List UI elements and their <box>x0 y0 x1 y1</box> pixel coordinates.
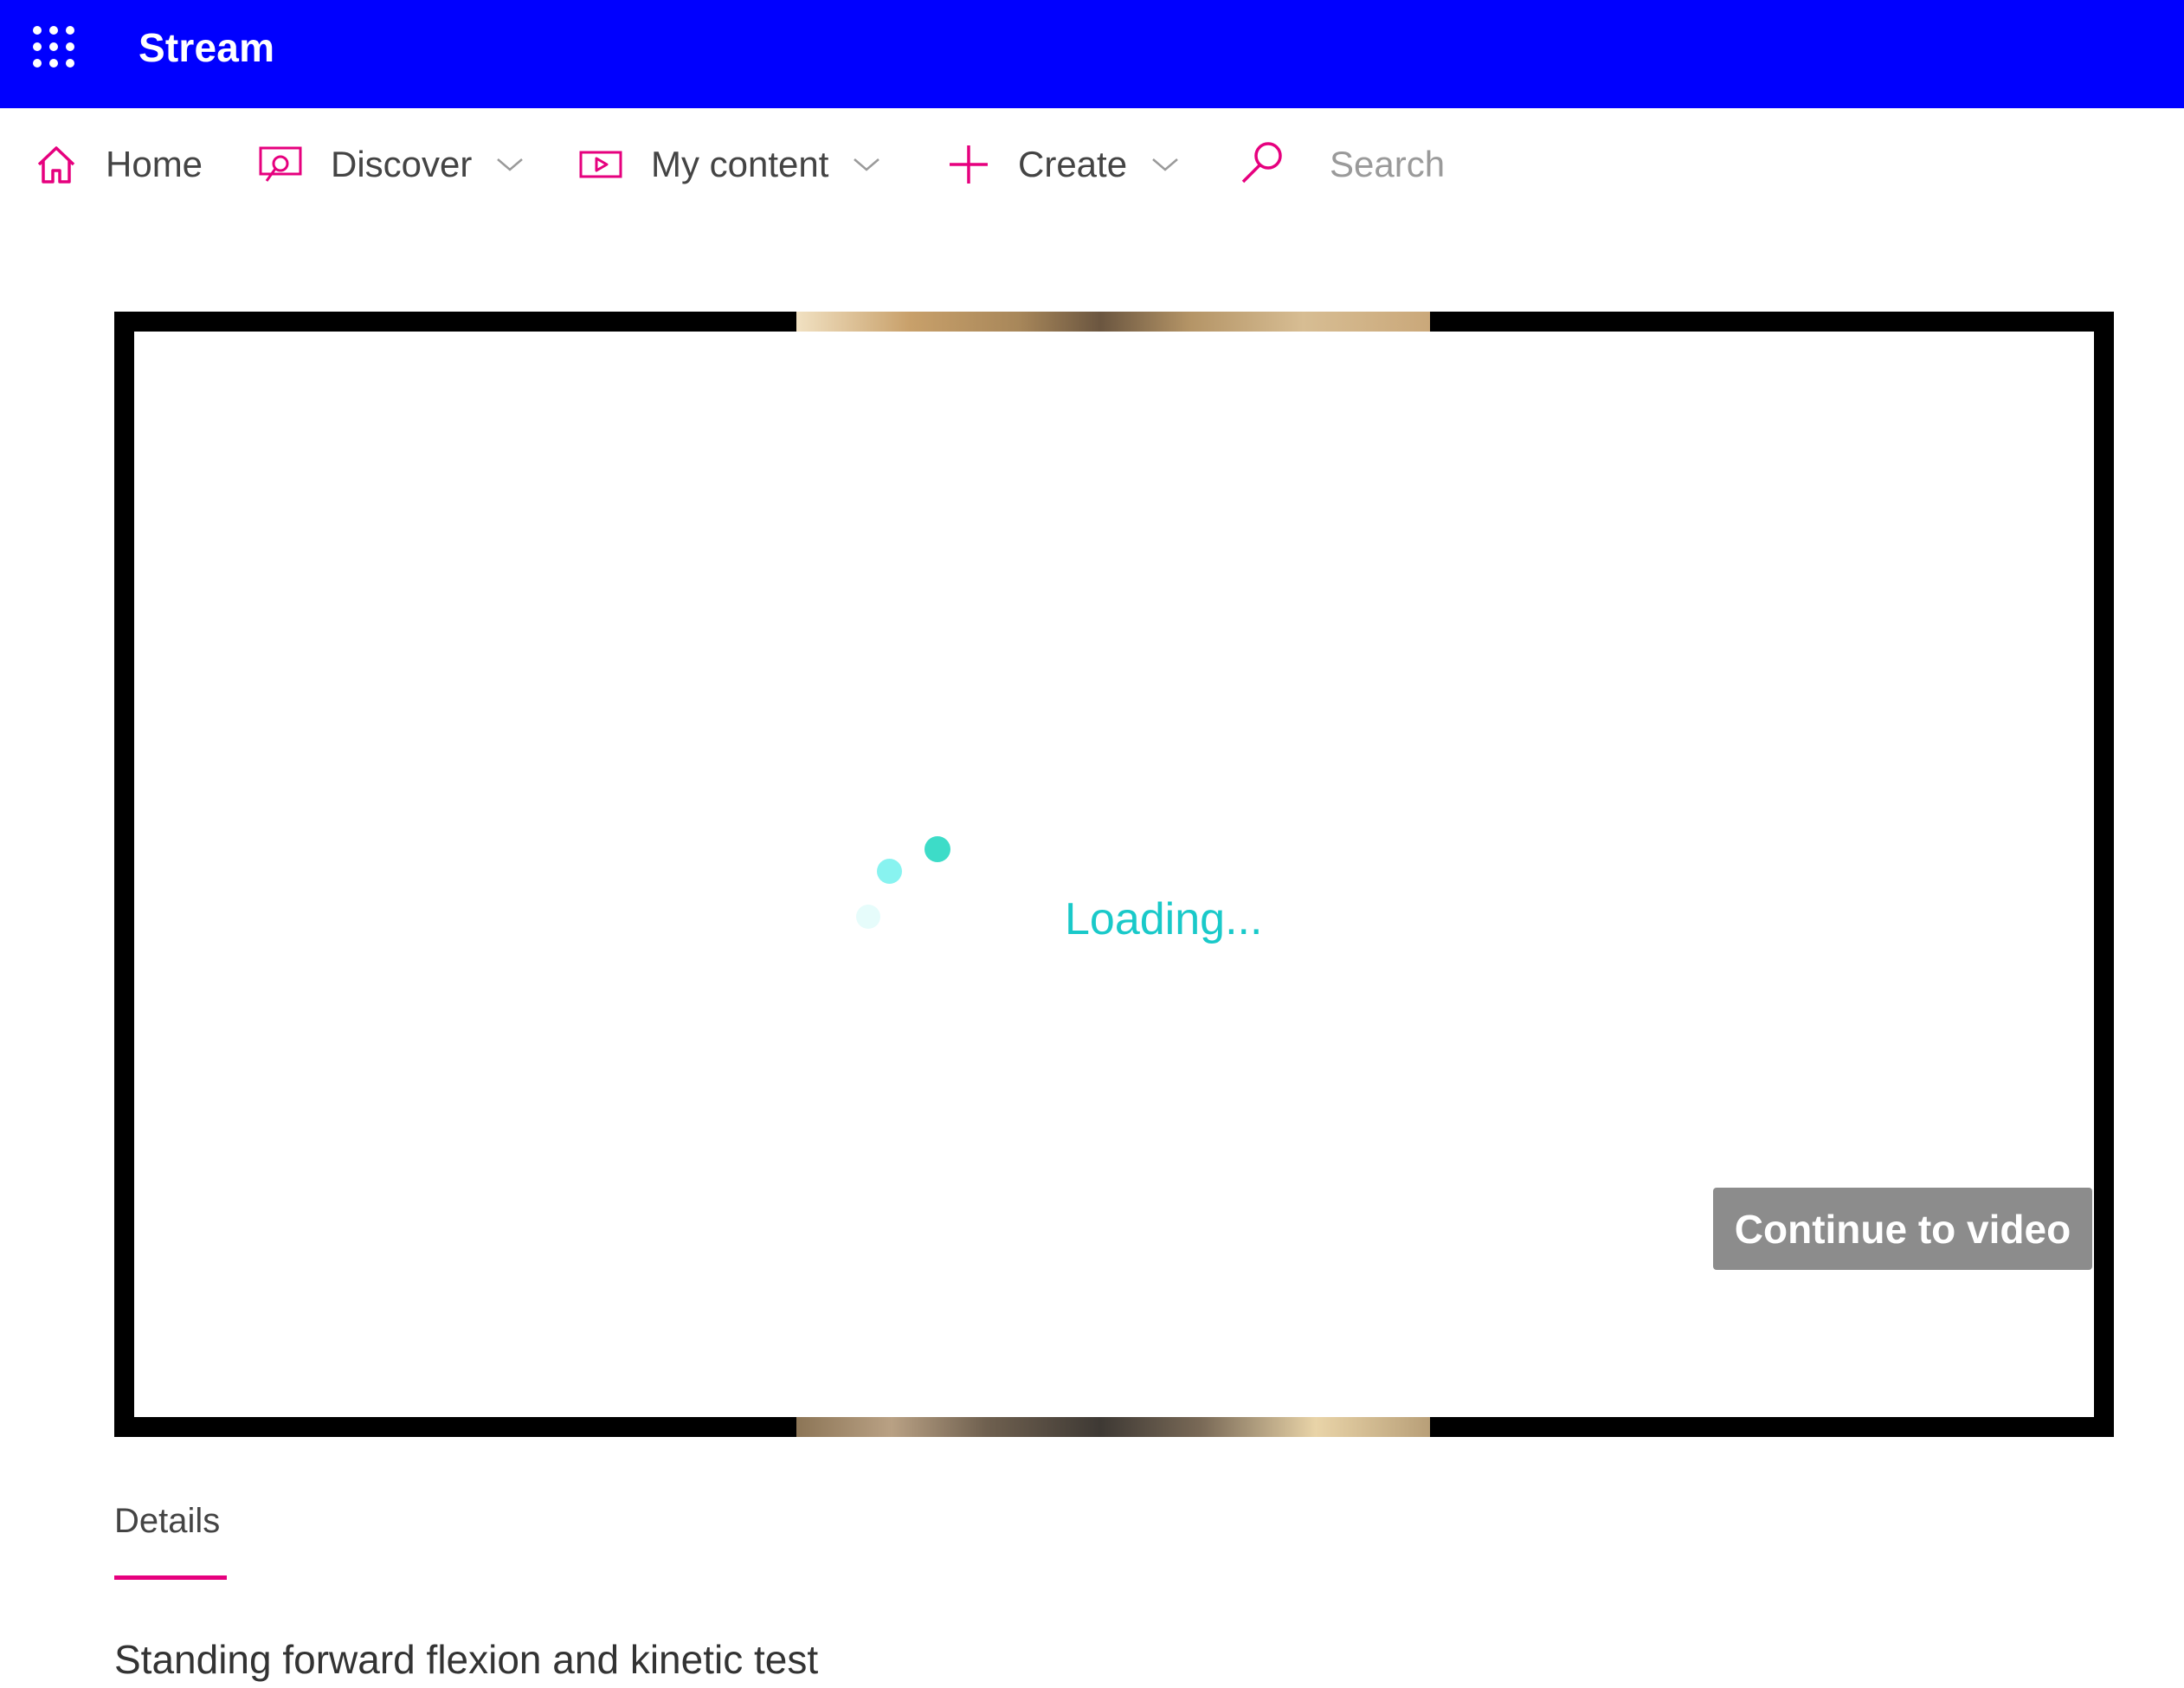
tab-details[interactable]: Details <box>114 1502 220 1541</box>
search-input[interactable] <box>1330 144 1762 185</box>
nav-home[interactable]: Home <box>35 108 203 221</box>
tab-details-indicator <box>114 1575 227 1580</box>
top-navigation: Home Discover My content Create Search <box>0 108 2184 221</box>
chevron-down-icon[interactable] <box>496 156 524 173</box>
loading-spinner-dot <box>877 859 902 884</box>
nav-discover-label: Discover <box>331 144 473 184</box>
plus-icon <box>947 143 990 186</box>
continue-to-video-button[interactable]: Continue to video <box>1713 1188 2092 1270</box>
suite-header: Stream <box>0 0 2184 108</box>
my-content-icon <box>578 147 623 182</box>
video-title: Standing forward flexion and kinetic tes… <box>114 1637 819 1682</box>
app-launcher-icon[interactable] <box>29 23 78 71</box>
video-thumbnail-bottom-edge <box>796 1416 1430 1437</box>
search-box[interactable] <box>1238 108 1762 221</box>
nav-discover[interactable]: Discover <box>258 108 524 221</box>
home-icon <box>35 144 78 185</box>
chevron-down-icon[interactable] <box>1151 156 1179 173</box>
nav-create-label: Create <box>1018 144 1128 184</box>
app-title[interactable]: Stream <box>139 24 274 71</box>
search-icon[interactable] <box>1238 139 1286 191</box>
nav-home-label: Home <box>106 144 203 184</box>
nav-create[interactable]: Create <box>947 108 1179 221</box>
loading-spinner-dot <box>856 905 880 929</box>
discover-icon <box>258 145 303 184</box>
video-thumbnail-top-edge <box>796 312 1430 332</box>
loading-spinner-dot <box>924 836 950 862</box>
chevron-down-icon[interactable] <box>853 156 880 173</box>
nav-my-content-label: My content <box>651 144 829 184</box>
nav-my-content[interactable]: My content <box>578 108 880 221</box>
loading-text: Loading... <box>1065 894 1263 944</box>
